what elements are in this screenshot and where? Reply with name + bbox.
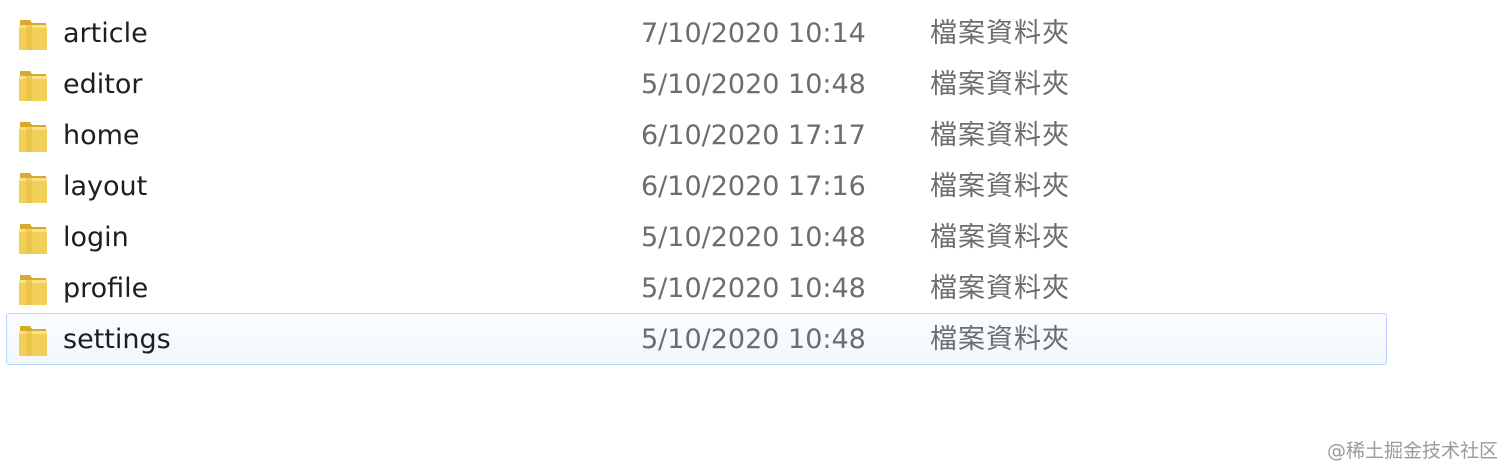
folder-icon (19, 173, 47, 203)
file-row-profile[interactable]: profile 5/10/2020 10:48 檔案資料夾 (6, 262, 1387, 313)
file-name: settings (63, 324, 171, 355)
file-row-article[interactable]: article 7/10/2020 10:14 檔案資料夾 (6, 7, 1387, 58)
file-type: 檔案資料夾 (930, 120, 1070, 151)
folder-icon (19, 224, 47, 254)
file-name: home (63, 120, 140, 151)
file-date-modified: 5/10/2020 10:48 (641, 222, 866, 253)
file-name: layout (63, 171, 148, 202)
file-date-modified: 6/10/2020 17:17 (641, 120, 866, 151)
file-type: 檔案資料夾 (930, 222, 1070, 253)
file-date-modified: 5/10/2020 10:48 (641, 273, 866, 304)
file-date-modified: 5/10/2020 10:48 (641, 324, 866, 355)
file-date-modified: 7/10/2020 10:14 (641, 18, 866, 49)
file-row-settings[interactable]: settings 5/10/2020 10:48 檔案資料夾 (6, 313, 1387, 365)
file-row-editor[interactable]: editor 5/10/2020 10:48 檔案資料夾 (6, 58, 1387, 109)
file-type: 檔案資料夾 (930, 171, 1070, 202)
file-type: 檔案資料夾 (930, 273, 1070, 304)
file-name: editor (63, 69, 143, 100)
file-type: 檔案資料夾 (930, 324, 1070, 355)
file-row-layout[interactable]: layout 6/10/2020 17:16 檔案資料夾 (6, 160, 1387, 211)
folder-icon (19, 326, 47, 356)
file-type: 檔案資料夾 (930, 69, 1070, 100)
watermark: @稀土掘金技术社区 (1326, 440, 1498, 462)
file-list: article 7/10/2020 10:14 檔案資料夾 editor 5/1… (6, 7, 1387, 365)
folder-icon (19, 71, 47, 101)
file-name: article (63, 18, 148, 49)
file-type: 檔案資料夾 (930, 18, 1070, 49)
folder-icon (19, 20, 47, 50)
file-date-modified: 5/10/2020 10:48 (641, 69, 866, 100)
file-row-login[interactable]: login 5/10/2020 10:48 檔案資料夾 (6, 211, 1387, 262)
file-name: login (63, 222, 129, 253)
file-name: profile (63, 273, 149, 304)
file-date-modified: 6/10/2020 17:16 (641, 171, 866, 202)
folder-icon (19, 275, 47, 305)
file-row-home[interactable]: home 6/10/2020 17:17 檔案資料夾 (6, 109, 1387, 160)
folder-icon (19, 122, 47, 152)
